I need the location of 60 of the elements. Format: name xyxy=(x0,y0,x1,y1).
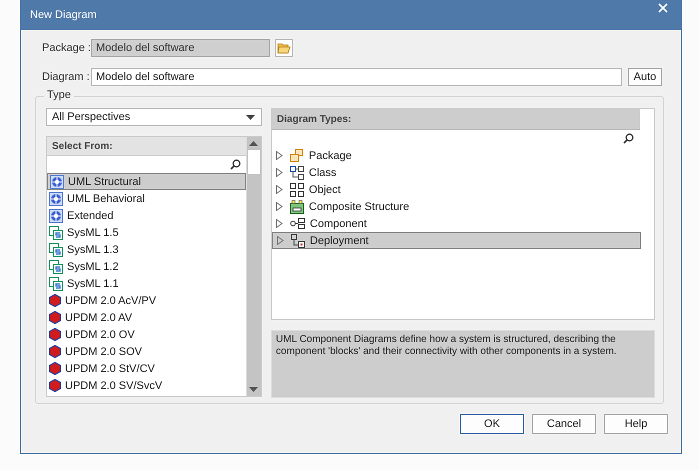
dialog-button[interactable]: Help xyxy=(604,414,668,434)
perspective-dropdown[interactable]: All Perspectives xyxy=(46,108,262,126)
composite-structure-icon xyxy=(290,200,304,214)
perspective-item[interactable]: UPDM 2.0 SV/SvcV xyxy=(47,377,246,394)
search-icon[interactable] xyxy=(230,159,241,170)
hexagon-icon xyxy=(49,328,61,341)
hexagon-icon xyxy=(49,379,61,392)
diagram-type-item[interactable]: Object xyxy=(272,181,641,198)
deployment-icon xyxy=(290,234,305,248)
auto-button[interactable]: Auto xyxy=(628,68,662,86)
diagram-type-item[interactable]: Deployment xyxy=(272,232,641,249)
sysml-icon xyxy=(49,276,63,290)
scrollbar[interactable] xyxy=(246,137,261,396)
perspective-item[interactable]: Extended xyxy=(47,207,246,224)
uml-icon xyxy=(49,208,63,222)
hexagon-icon xyxy=(49,311,61,324)
perspective-item[interactable]: UML Behavioral xyxy=(47,190,246,207)
type-group-label: Type xyxy=(44,89,74,101)
hexagon-icon xyxy=(49,345,61,358)
dialog-button[interactable]: OK xyxy=(460,414,524,434)
object-icon xyxy=(290,182,304,196)
sysml-icon xyxy=(49,242,63,256)
description-text: UML Component Diagrams define how a system is structured, describing the component 'blocks' and their connectivity with other components in a system. xyxy=(270,330,655,398)
dialog-button[interactable]: Cancel xyxy=(532,414,596,434)
perspective-item[interactable]: UPDM 2.0 StV/CV xyxy=(47,360,246,377)
close-icon[interactable] xyxy=(658,3,668,13)
class-icon xyxy=(290,166,304,180)
diagram-label: Diagram : xyxy=(41,71,91,83)
caret-icon xyxy=(246,114,255,120)
hexagon-icon xyxy=(49,362,61,375)
scroll-up-icon[interactable] xyxy=(249,141,258,146)
uml-icon xyxy=(49,192,63,206)
perspective-item[interactable]: SysML 1.1 xyxy=(47,275,246,292)
diagram-types-header: Diagram Types: xyxy=(272,109,640,130)
hexagon-icon xyxy=(49,294,61,307)
perspective-item[interactable]: UML Structural xyxy=(47,173,246,190)
component-icon xyxy=(290,217,305,230)
folder-button[interactable] xyxy=(275,39,293,57)
sysml-icon xyxy=(49,226,63,240)
perspective-item[interactable]: SysML 1.2 xyxy=(47,258,246,275)
diagram-type-item[interactable]: Composite Structure xyxy=(272,198,641,215)
perspective-item[interactable]: UPDM 2.0 AV xyxy=(47,309,246,326)
package-label: Package : xyxy=(41,42,91,54)
diagram-type-item[interactable]: Class xyxy=(272,164,641,181)
package-icon xyxy=(290,149,304,162)
window-title: New Diagram xyxy=(30,9,97,21)
select-from-header: Select From: xyxy=(47,137,246,156)
perspective-item[interactable]: UPDM 2.0 AcV/PV xyxy=(47,292,246,309)
scroll-thumb[interactable] xyxy=(248,150,260,174)
uml-icon xyxy=(50,174,64,188)
diagram-type-item[interactable]: Component xyxy=(272,215,641,232)
perspective-item[interactable]: UPDM 2.0 SOV xyxy=(47,343,246,360)
diagram-name-field[interactable]: Modelo del software xyxy=(91,68,622,86)
diagram-type-item[interactable]: Package xyxy=(272,147,641,164)
sysml-icon xyxy=(49,260,63,274)
search-icon[interactable] xyxy=(623,133,634,144)
perspective-item[interactable]: UPDM 2.0 OV xyxy=(47,326,246,343)
scroll-down-icon[interactable] xyxy=(249,387,258,392)
perspective-item[interactable]: SysML 1.5 xyxy=(47,224,246,241)
perspective-item[interactable]: SysML 1.3 xyxy=(47,241,246,258)
